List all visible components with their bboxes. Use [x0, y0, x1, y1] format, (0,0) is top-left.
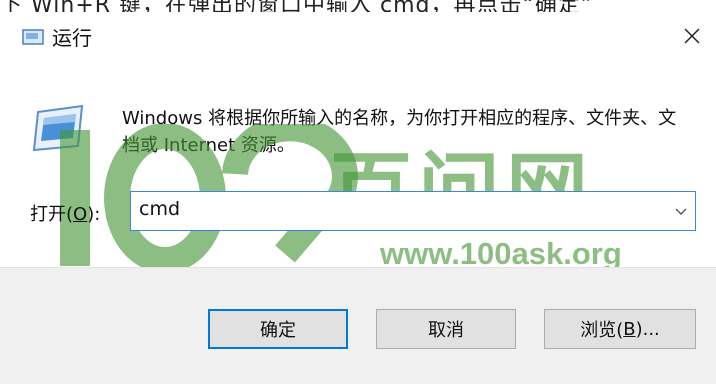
- title-bar[interactable]: 运行: [0, 12, 716, 58]
- close-icon: [684, 28, 700, 44]
- window-title: 运行: [52, 26, 92, 50]
- ok-button[interactable]: 确定: [208, 309, 348, 349]
- chevron-down-icon[interactable]: [673, 203, 689, 219]
- browse-button[interactable]: 浏览(B)...: [544, 309, 696, 349]
- command-combobox[interactable]: cmd: [130, 191, 696, 231]
- run-dialog: 运行 Windows 将根据你所输入的名称，为你打开相应的程序、文件夹、文档或 …: [0, 12, 716, 384]
- close-button[interactable]: [674, 18, 710, 54]
- cancel-button[interactable]: 取消: [376, 309, 516, 349]
- command-input[interactable]: cmd: [139, 198, 180, 220]
- top-caption-crop: 下 Win+R 键，在弹出的窗口中输入 cmd，再点击“确定”: [0, 0, 716, 12]
- open-label: 打开(O):: [30, 204, 101, 225]
- top-caption: 下 Win+R 键，在弹出的窗口中输入 cmd，再点击“确定”: [0, 0, 593, 12]
- button-bar: 确定 取消 浏览(B)...: [0, 267, 716, 384]
- run-app-icon: [22, 29, 44, 45]
